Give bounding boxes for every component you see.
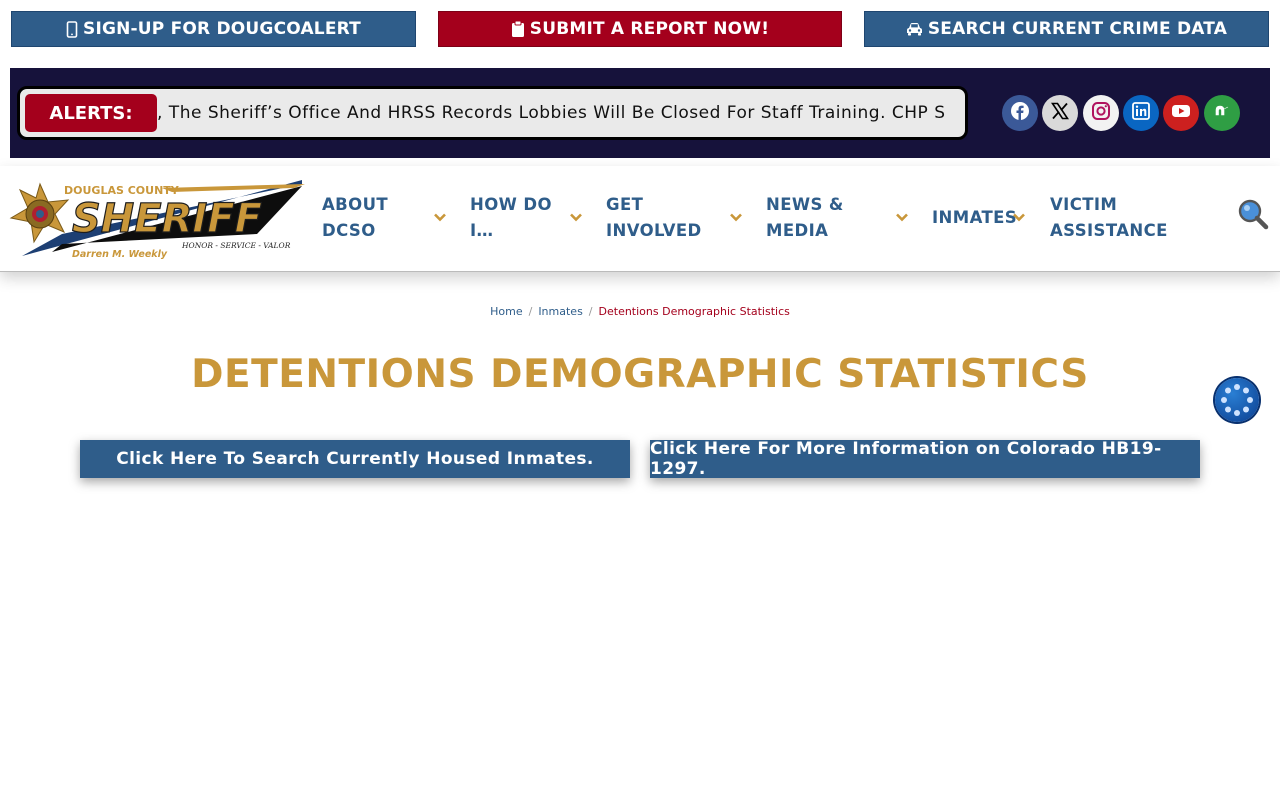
instagram-icon [1091, 101, 1111, 126]
alerts-label: ALERTS: [25, 94, 157, 132]
car-icon [906, 22, 923, 36]
crime-data-label: SEARCH CURRENT CRIME DATA [927, 19, 1228, 39]
x-twitter-link[interactable] [1042, 95, 1078, 131]
chevron-down-icon[interactable] [1012, 210, 1026, 224]
nav-inmates[interactable]: INMATES [932, 205, 1017, 231]
alert-ticker-text[interactable]: , The Sheriff’s Office And HRSS Records … [157, 89, 957, 137]
nav-howdo-line2: I… [470, 221, 494, 240]
nav-get-involved[interactable]: GET INVOLVED [606, 192, 702, 244]
report-label: SUBMIT A REPORT NOW! [529, 19, 770, 39]
nav-victim-assistance[interactable]: VICTIM ASSISTANCE [1050, 192, 1168, 244]
alert-ticker: ALERTS: , The Sheriff’s Office And HRSS … [17, 86, 968, 140]
chevron-down-icon[interactable] [729, 210, 743, 224]
breadcrumb-separator: / [528, 305, 533, 318]
nav-victim-line1: VICTIM [1050, 195, 1118, 214]
nextdoor-link[interactable] [1204, 95, 1240, 131]
search-inmates-button[interactable]: Click Here To Search Currently Housed In… [80, 440, 630, 478]
nav-news-media[interactable]: NEWS & MEDIA [766, 192, 844, 244]
facebook-link[interactable] [1002, 95, 1038, 131]
alert-bar: ALERTS: , The Sheriff’s Office And HRSS … [10, 68, 1270, 158]
breadcrumb: Home / Inmates / Detentions Demographic Stat… [0, 305, 1280, 318]
linkedin-link[interactable] [1123, 95, 1159, 131]
breadcrumb-home[interactable]: Home [490, 305, 522, 318]
logo-motto-text: HONOR - SERVICE - VALOR [181, 241, 291, 250]
signup-label: SIGN-UP FOR DOUGCOALERT [83, 19, 361, 39]
chevron-down-icon[interactable] [569, 210, 583, 224]
x-twitter-icon [1050, 101, 1070, 126]
site-header: DOUGLAS COUNTY SHERIFF HONOR - SERVICE -… [0, 166, 1280, 272]
clipboard-icon [511, 20, 525, 38]
youtube-icon [1171, 103, 1191, 124]
breadcrumb-separator: / [588, 305, 593, 318]
nav-involved-line2: INVOLVED [606, 221, 702, 240]
hb19-1297-info-button[interactable]: Click Here For More Information on Color… [650, 439, 1200, 479]
linkedin-icon [1131, 101, 1151, 126]
nav-inmates-label: INMATES [932, 208, 1018, 227]
sheriff-logo[interactable]: DOUGLAS COUNTY SHERIFF HONOR - SERVICE -… [2, 174, 307, 262]
nextdoor-icon [1215, 104, 1229, 123]
nav-howdo-line1: HOW DO [470, 195, 552, 214]
youtube-link[interactable] [1163, 95, 1199, 131]
top-action-bar: SIGN-UP FOR DOUGCOALERT SUBMIT A REPORT … [0, 0, 1280, 58]
accessibility-widget-button[interactable] [1215, 378, 1259, 422]
logo-sheriff-name: Darren M. Weekly [72, 249, 168, 260]
accessibility-icon [1221, 384, 1253, 416]
search-icon[interactable] [1236, 198, 1270, 232]
instagram-link[interactable] [1083, 95, 1119, 131]
search-crime-data-button[interactable]: SEARCH CURRENT CRIME DATA [864, 11, 1269, 47]
chevron-down-icon[interactable] [433, 210, 447, 224]
submit-report-button[interactable]: SUBMIT A REPORT NOW! [438, 11, 842, 47]
nav-about-line2: DCSO [322, 221, 376, 240]
mobile-phone-icon [66, 20, 78, 38]
breadcrumb-current: Detentions Demographic Statistics [598, 305, 790, 318]
logo-title-text: SHERIFF [72, 196, 262, 242]
nav-news-line1: NEWS & [766, 195, 844, 214]
breadcrumb-inmates[interactable]: Inmates [538, 305, 582, 318]
nav-victim-line2: ASSISTANCE [1050, 221, 1168, 240]
page-title: DETENTIONS DEMOGRAPHIC STATISTICS [191, 352, 1089, 397]
chevron-down-icon[interactable] [895, 210, 909, 224]
nav-involved-line1: GET [606, 195, 644, 214]
nav-news-line2: MEDIA [766, 221, 829, 240]
facebook-icon [1010, 101, 1030, 126]
nav-about-line1: ABOUT [322, 195, 389, 214]
signup-dougcoalert-button[interactable]: SIGN-UP FOR DOUGCOALERT [11, 11, 416, 47]
nav-how-do-i[interactable]: HOW DO I… [470, 192, 552, 244]
nav-about-dcso[interactable]: ABOUT DCSO [322, 192, 388, 244]
